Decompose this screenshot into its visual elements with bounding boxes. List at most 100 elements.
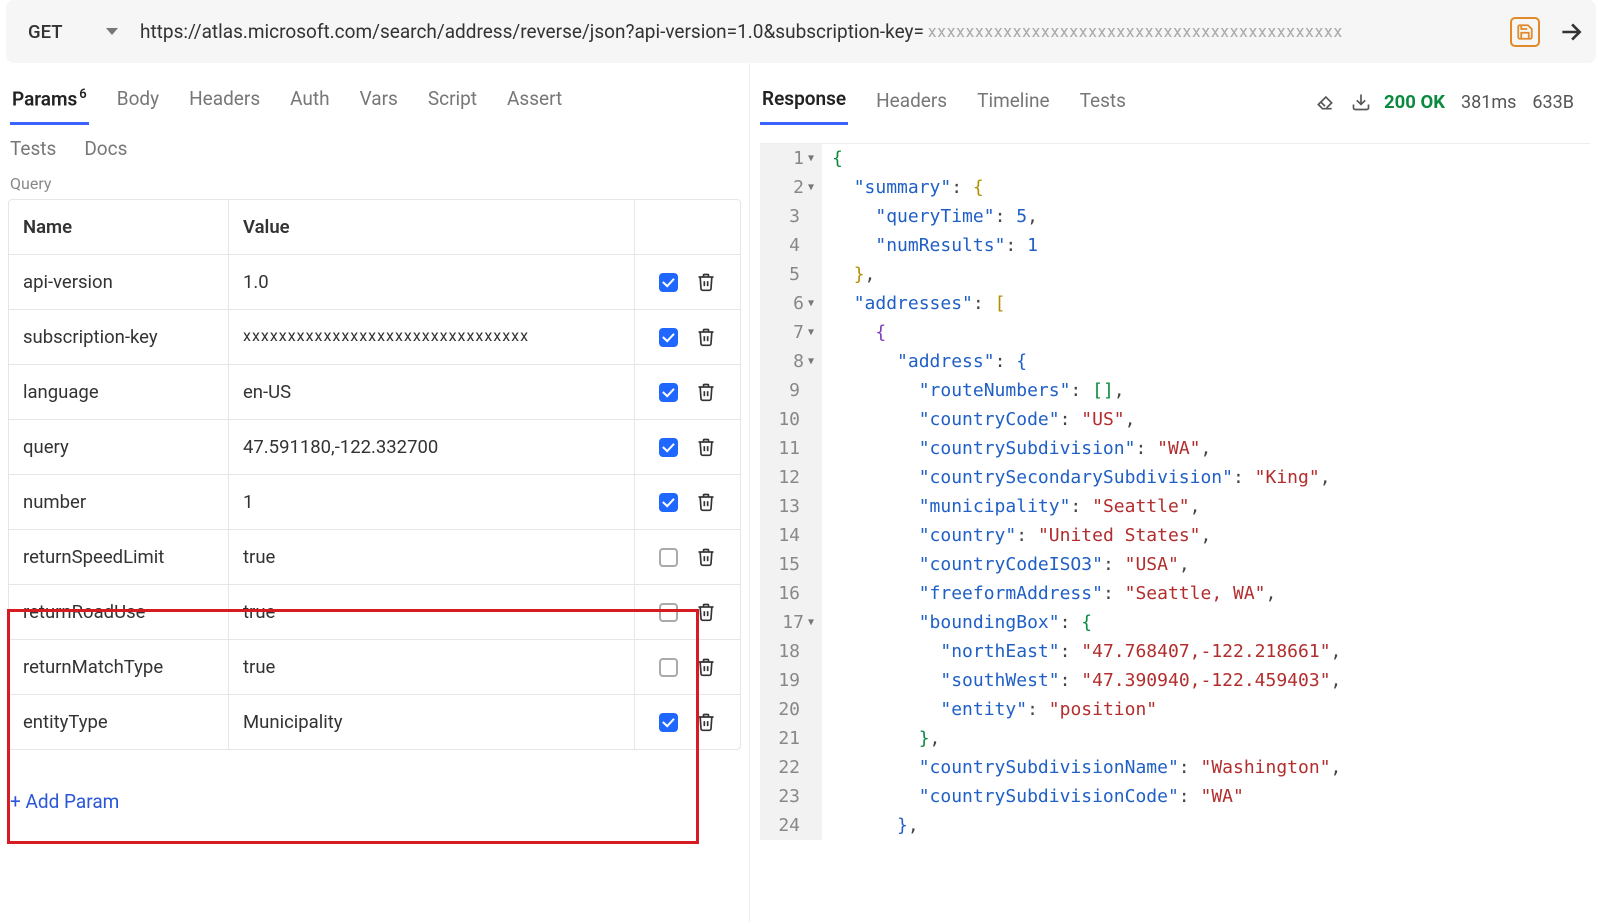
tab-headers[interactable]: Headers bbox=[187, 79, 262, 125]
param-enabled-checkbox[interactable] bbox=[659, 328, 678, 347]
param-delete-button[interactable] bbox=[696, 601, 716, 623]
tab-body[interactable]: Body bbox=[115, 79, 161, 125]
tab-timeline[interactable]: Timeline bbox=[975, 81, 1052, 124]
subtab-docs[interactable]: Docs bbox=[84, 137, 127, 160]
param-name[interactable]: query bbox=[9, 420, 229, 474]
param-value[interactable]: en-US bbox=[229, 365, 635, 419]
gutter-line[interactable]: 1▼ bbox=[766, 144, 816, 173]
param-delete-button[interactable] bbox=[696, 546, 716, 568]
save-icon bbox=[1516, 23, 1534, 41]
fold-icon[interactable]: ▼ bbox=[808, 318, 814, 347]
gutter-line[interactable]: 23 bbox=[766, 782, 816, 811]
fold-icon[interactable]: ▼ bbox=[808, 289, 814, 318]
gutter-line[interactable]: 10 bbox=[766, 405, 816, 434]
gutter-line[interactable]: 7▼ bbox=[766, 318, 816, 347]
param-value[interactable]: Municipality bbox=[229, 695, 635, 749]
code-line: { bbox=[832, 144, 1590, 173]
code-line: }, bbox=[832, 260, 1590, 289]
param-delete-button[interactable] bbox=[696, 436, 716, 458]
tab-response[interactable]: Response bbox=[760, 79, 848, 125]
gutter-line[interactable]: 18 bbox=[766, 637, 816, 666]
gutter-line[interactable]: 12 bbox=[766, 463, 816, 492]
param-value[interactable]: true bbox=[229, 530, 635, 584]
clear-response-button[interactable] bbox=[1314, 91, 1336, 113]
param-value[interactable]: xxxxxxxxxxxxxxxxxxxxxxxxxxxxxxxx bbox=[229, 310, 635, 364]
gutter-line[interactable]: 16 bbox=[766, 579, 816, 608]
param-delete-button[interactable] bbox=[696, 381, 716, 403]
param-value[interactable]: 47.591180,-122.332700 bbox=[229, 420, 635, 474]
download-response-button[interactable] bbox=[1350, 91, 1372, 113]
param-delete-button[interactable] bbox=[696, 326, 716, 348]
param-enabled-checkbox[interactable] bbox=[659, 548, 678, 567]
tab-response-headers[interactable]: Headers bbox=[874, 81, 949, 124]
trash-icon bbox=[696, 546, 716, 568]
code-line: "northEast": "47.768407,-122.218661", bbox=[832, 637, 1590, 666]
gutter-line[interactable]: 14 bbox=[766, 521, 816, 550]
param-value[interactable]: true bbox=[229, 585, 635, 639]
param-name[interactable]: returnRoadUse bbox=[9, 585, 229, 639]
response-body[interactable]: 1▼2▼3456▼7▼8▼91011121314151617▼181920212… bbox=[760, 143, 1590, 840]
param-name[interactable]: entityType bbox=[9, 695, 229, 749]
param-enabled-checkbox[interactable] bbox=[659, 658, 678, 677]
param-enabled-checkbox[interactable] bbox=[659, 438, 678, 457]
gutter-line[interactable]: 11 bbox=[766, 434, 816, 463]
fold-icon[interactable]: ▼ bbox=[808, 347, 814, 376]
tab-params-count: 6 bbox=[79, 87, 86, 102]
tab-params[interactable]: Params6 bbox=[10, 79, 89, 125]
param-name[interactable]: language bbox=[9, 365, 229, 419]
tab-response-tests[interactable]: Tests bbox=[1078, 81, 1128, 124]
params-head-value: Value bbox=[229, 200, 635, 254]
param-value[interactable]: 1 bbox=[229, 475, 635, 529]
tab-auth[interactable]: Auth bbox=[288, 79, 331, 125]
gutter-line[interactable]: 4 bbox=[766, 231, 816, 260]
param-name[interactable]: number bbox=[9, 475, 229, 529]
gutter-line[interactable]: 5 bbox=[766, 260, 816, 289]
tab-vars[interactable]: Vars bbox=[358, 79, 400, 125]
url-input[interactable]: https://atlas.microsoft.com/search/addre… bbox=[140, 20, 924, 43]
method-dropdown[interactable]: GET bbox=[18, 21, 118, 43]
send-button[interactable] bbox=[1558, 19, 1584, 45]
save-button[interactable] bbox=[1510, 17, 1540, 47]
param-actions bbox=[635, 365, 740, 419]
param-delete-button[interactable] bbox=[696, 271, 716, 293]
gutter-line[interactable]: 21 bbox=[766, 724, 816, 753]
param-enabled-checkbox[interactable] bbox=[659, 603, 678, 622]
fold-icon[interactable]: ▼ bbox=[808, 173, 814, 202]
code-line: "boundingBox": { bbox=[832, 608, 1590, 637]
gutter-line[interactable]: 22 bbox=[766, 753, 816, 782]
fold-icon[interactable]: ▼ bbox=[808, 608, 814, 637]
gutter-line[interactable]: 24 bbox=[766, 811, 816, 840]
tab-script[interactable]: Script bbox=[426, 79, 479, 125]
param-delete-button[interactable] bbox=[696, 711, 716, 733]
gutter-line[interactable]: 19 bbox=[766, 666, 816, 695]
param-value[interactable]: true bbox=[229, 640, 635, 694]
gutter-line[interactable]: 15 bbox=[766, 550, 816, 579]
gutter-line[interactable]: 2▼ bbox=[766, 173, 816, 202]
gutter-line[interactable]: 13 bbox=[766, 492, 816, 521]
gutter-line[interactable]: 6▼ bbox=[766, 289, 816, 318]
param-delete-button[interactable] bbox=[696, 656, 716, 678]
gutter-line[interactable]: 8▼ bbox=[766, 347, 816, 376]
gutter-line[interactable]: 3 bbox=[766, 202, 816, 231]
code-line: "entity": "position" bbox=[832, 695, 1590, 724]
gutter-line[interactable]: 17▼ bbox=[766, 608, 816, 637]
fold-icon[interactable]: ▼ bbox=[808, 144, 814, 173]
param-value[interactable]: 1.0 bbox=[229, 255, 635, 309]
status-code: 200 OK bbox=[1384, 91, 1445, 113]
param-name[interactable]: returnSpeedLimit bbox=[9, 530, 229, 584]
gutter-line[interactable]: 20 bbox=[766, 695, 816, 724]
tab-assert[interactable]: Assert bbox=[505, 79, 564, 125]
param-name[interactable]: returnMatchType bbox=[9, 640, 229, 694]
param-enabled-checkbox[interactable] bbox=[659, 713, 678, 732]
param-enabled-checkbox[interactable] bbox=[659, 493, 678, 512]
trash-icon bbox=[696, 601, 716, 623]
param-delete-button[interactable] bbox=[696, 491, 716, 513]
param-name[interactable]: subscription-key bbox=[9, 310, 229, 364]
param-enabled-checkbox[interactable] bbox=[659, 383, 678, 402]
subtab-tests[interactable]: Tests bbox=[10, 137, 56, 160]
gutter-line[interactable]: 9 bbox=[766, 376, 816, 405]
param-name[interactable]: api-version bbox=[9, 255, 229, 309]
add-param-button[interactable]: + Add Param bbox=[8, 750, 741, 821]
chevron-down-icon bbox=[106, 28, 118, 35]
param-enabled-checkbox[interactable] bbox=[659, 273, 678, 292]
